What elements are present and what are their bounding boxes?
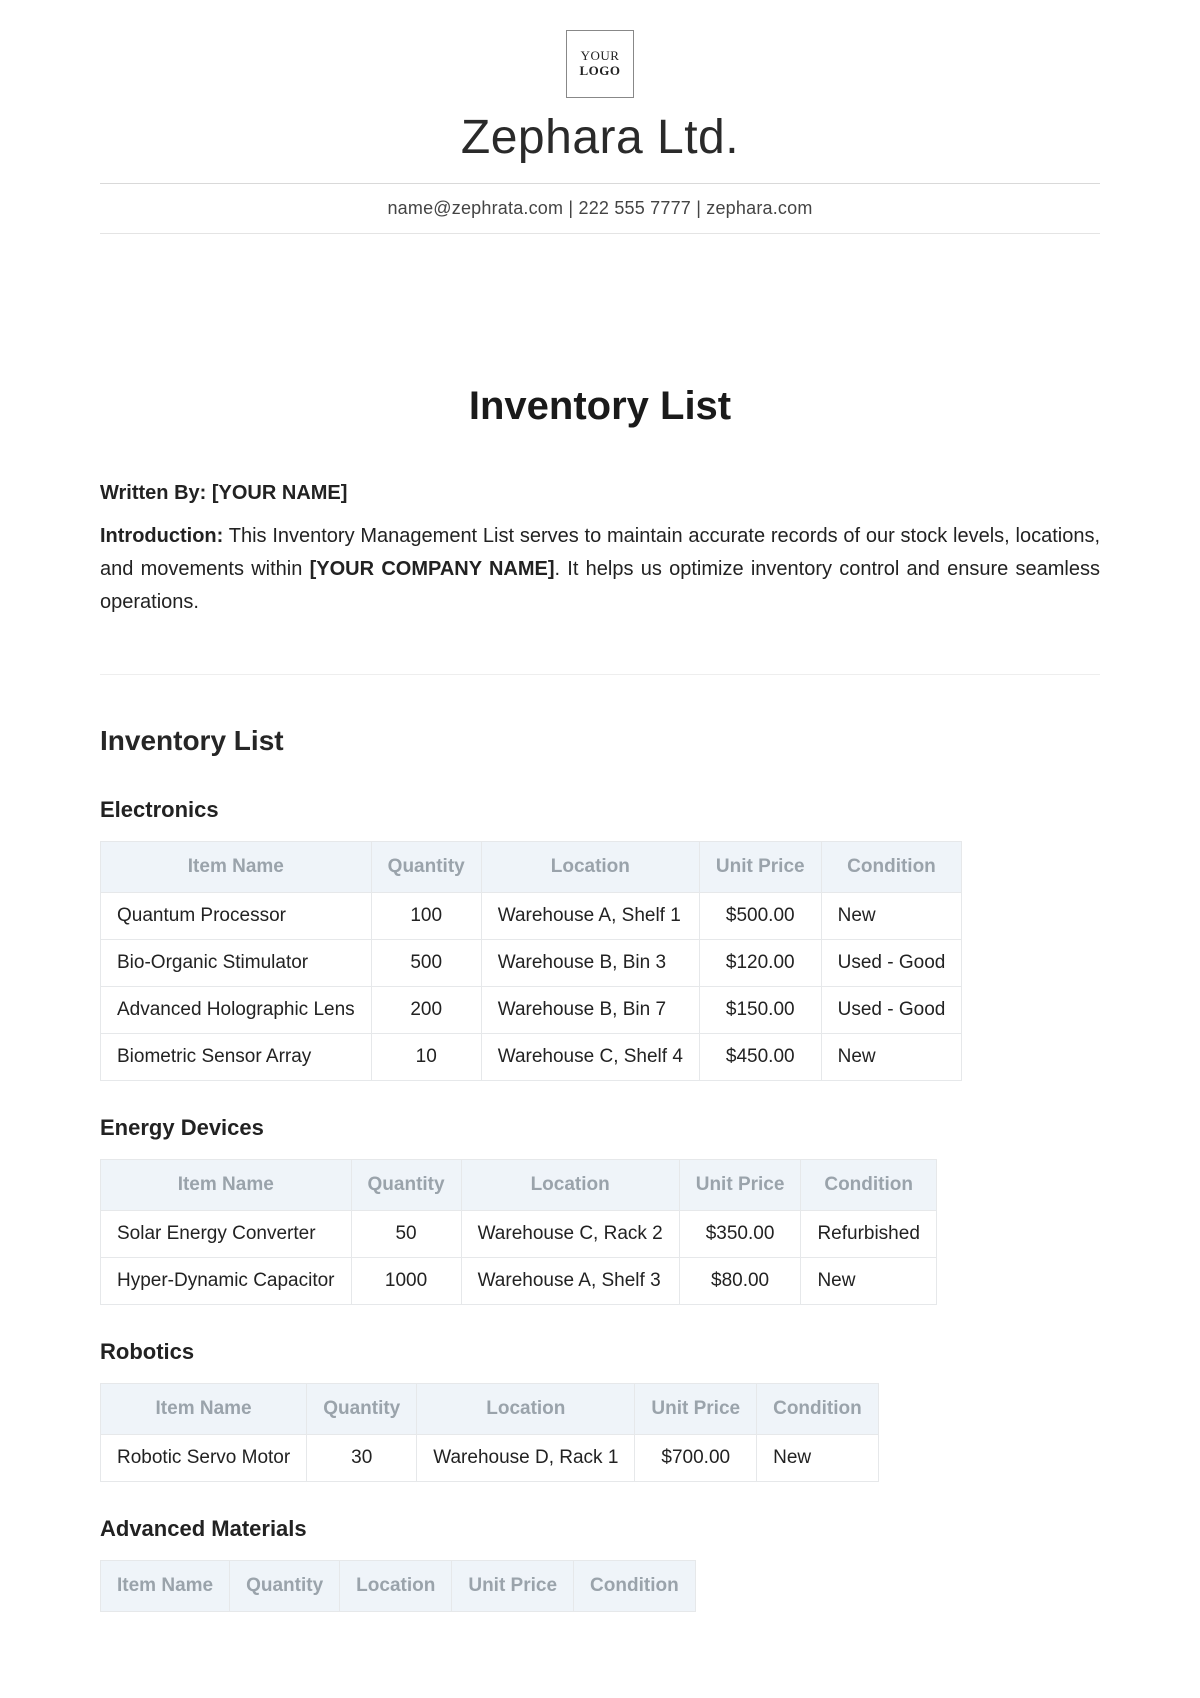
cell-price: $450.00 [699, 1034, 821, 1081]
col-header-cond: Condition [801, 1160, 936, 1211]
cell-cond: Used - Good [821, 940, 962, 987]
written-by-label: Written By: [100, 482, 206, 504]
divider [100, 233, 1100, 234]
cell-price: $150.00 [699, 987, 821, 1034]
col-header-loc: Location [340, 1561, 452, 1612]
document-meta: Written By: [YOUR NAME] Introduction: Th… [100, 477, 1100, 619]
cell-loc: Warehouse C, Rack 2 [461, 1211, 679, 1258]
cell-qty: 200 [371, 987, 481, 1034]
introduction-paragraph: Introduction: This Inventory Management … [100, 520, 1100, 619]
table-row: Hyper-Dynamic Capacitor1000Warehouse A, … [101, 1258, 937, 1305]
cell-price: $700.00 [635, 1435, 757, 1482]
intro-label: Introduction: [100, 525, 223, 547]
categories-container: ElectronicsItem NameQuantityLocationUnit… [100, 797, 1100, 1612]
cell-qty: 1000 [351, 1258, 461, 1305]
col-header-price: Unit Price [635, 1384, 757, 1435]
category-heading: Electronics [100, 797, 1100, 823]
intro-company-token: [YOUR COMPANY NAME] [310, 558, 555, 580]
col-header-item: Item Name [101, 842, 372, 893]
written-by-value: [YOUR NAME] [212, 482, 348, 504]
cell-cond: Used - Good [821, 987, 962, 1034]
category-heading: Robotics [100, 1339, 1100, 1365]
table-header-row: Item NameQuantityLocationUnit PriceCondi… [101, 842, 962, 893]
table-row: Biometric Sensor Array10Warehouse C, She… [101, 1034, 962, 1081]
cell-loc: Warehouse C, Shelf 4 [481, 1034, 699, 1081]
category-heading: Energy Devices [100, 1115, 1100, 1141]
col-header-qty: Quantity [351, 1160, 461, 1211]
col-header-qty: Quantity [307, 1384, 417, 1435]
cell-qty: 500 [371, 940, 481, 987]
inventory-table: Item NameQuantityLocationUnit PriceCondi… [100, 1159, 937, 1305]
table-header-row: Item NameQuantityLocationUnit PriceCondi… [101, 1160, 937, 1211]
divider [100, 674, 1100, 675]
cell-qty: 10 [371, 1034, 481, 1081]
col-header-cond: Condition [757, 1384, 879, 1435]
cell-price: $500.00 [699, 893, 821, 940]
col-header-qty: Quantity [371, 842, 481, 893]
col-header-loc: Location [461, 1160, 679, 1211]
cell-price: $120.00 [699, 940, 821, 987]
cell-price: $350.00 [679, 1211, 801, 1258]
table-row: Quantum Processor100Warehouse A, Shelf 1… [101, 893, 962, 940]
cell-cond: New [821, 893, 962, 940]
written-by-line: Written By: [YOUR NAME] [100, 477, 1100, 510]
cell-item: Hyper-Dynamic Capacitor [101, 1258, 352, 1305]
cell-item: Solar Energy Converter [101, 1211, 352, 1258]
table-header-row: Item NameQuantityLocationUnit PriceCondi… [101, 1561, 696, 1612]
cell-qty: 50 [351, 1211, 461, 1258]
col-header-loc: Location [481, 842, 699, 893]
table-row: Solar Energy Converter50Warehouse C, Rac… [101, 1211, 937, 1258]
col-header-price: Unit Price [679, 1160, 801, 1211]
document-page: YOUR LOGO Zephara Ltd. name@zephrata.com… [0, 0, 1200, 1682]
col-header-item: Item Name [101, 1160, 352, 1211]
company-name: Zephara Ltd. [100, 110, 1100, 165]
section-heading: Inventory List [100, 725, 1100, 757]
col-header-price: Unit Price [452, 1561, 574, 1612]
table-row: Advanced Holographic Lens200Warehouse B,… [101, 987, 962, 1034]
inventory-table: Item NameQuantityLocationUnit PriceCondi… [100, 1560, 696, 1612]
document-title: Inventory List [100, 384, 1100, 429]
col-header-loc: Location [417, 1384, 635, 1435]
cell-item: Biometric Sensor Array [101, 1034, 372, 1081]
contact-line: name@zephrata.com | 222 555 7777 | zepha… [100, 198, 1100, 219]
col-header-cond: Condition [574, 1561, 696, 1612]
col-header-item: Item Name [101, 1384, 307, 1435]
cell-item: Quantum Processor [101, 893, 372, 940]
table-row: Robotic Servo Motor30Warehouse D, Rack 1… [101, 1435, 879, 1482]
col-header-item: Item Name [101, 1561, 230, 1612]
cell-cond: New [801, 1258, 936, 1305]
cell-loc: Warehouse B, Bin 7 [481, 987, 699, 1034]
divider [100, 183, 1100, 184]
col-header-qty: Quantity [230, 1561, 340, 1612]
cell-item: Bio-Organic Stimulator [101, 940, 372, 987]
cell-cond: New [821, 1034, 962, 1081]
table-header-row: Item NameQuantityLocationUnit PriceCondi… [101, 1384, 879, 1435]
category-heading: Advanced Materials [100, 1516, 1100, 1542]
logo-line1: YOUR [581, 48, 620, 63]
cell-item: Robotic Servo Motor [101, 1435, 307, 1482]
cell-item: Advanced Holographic Lens [101, 987, 372, 1034]
inventory-table: Item NameQuantityLocationUnit PriceCondi… [100, 1383, 879, 1482]
cell-loc: Warehouse D, Rack 1 [417, 1435, 635, 1482]
cell-cond: New [757, 1435, 879, 1482]
table-row: Bio-Organic Stimulator500Warehouse B, Bi… [101, 940, 962, 987]
logo-line2: LOGO [579, 63, 620, 78]
cell-loc: Warehouse B, Bin 3 [481, 940, 699, 987]
col-header-cond: Condition [821, 842, 962, 893]
col-header-price: Unit Price [699, 842, 821, 893]
cell-qty: 30 [307, 1435, 417, 1482]
cell-price: $80.00 [679, 1258, 801, 1305]
cell-qty: 100 [371, 893, 481, 940]
inventory-table: Item NameQuantityLocationUnit PriceCondi… [100, 841, 962, 1081]
cell-cond: Refurbished [801, 1211, 936, 1258]
logo-placeholder: YOUR LOGO [566, 30, 634, 98]
cell-loc: Warehouse A, Shelf 1 [481, 893, 699, 940]
cell-loc: Warehouse A, Shelf 3 [461, 1258, 679, 1305]
